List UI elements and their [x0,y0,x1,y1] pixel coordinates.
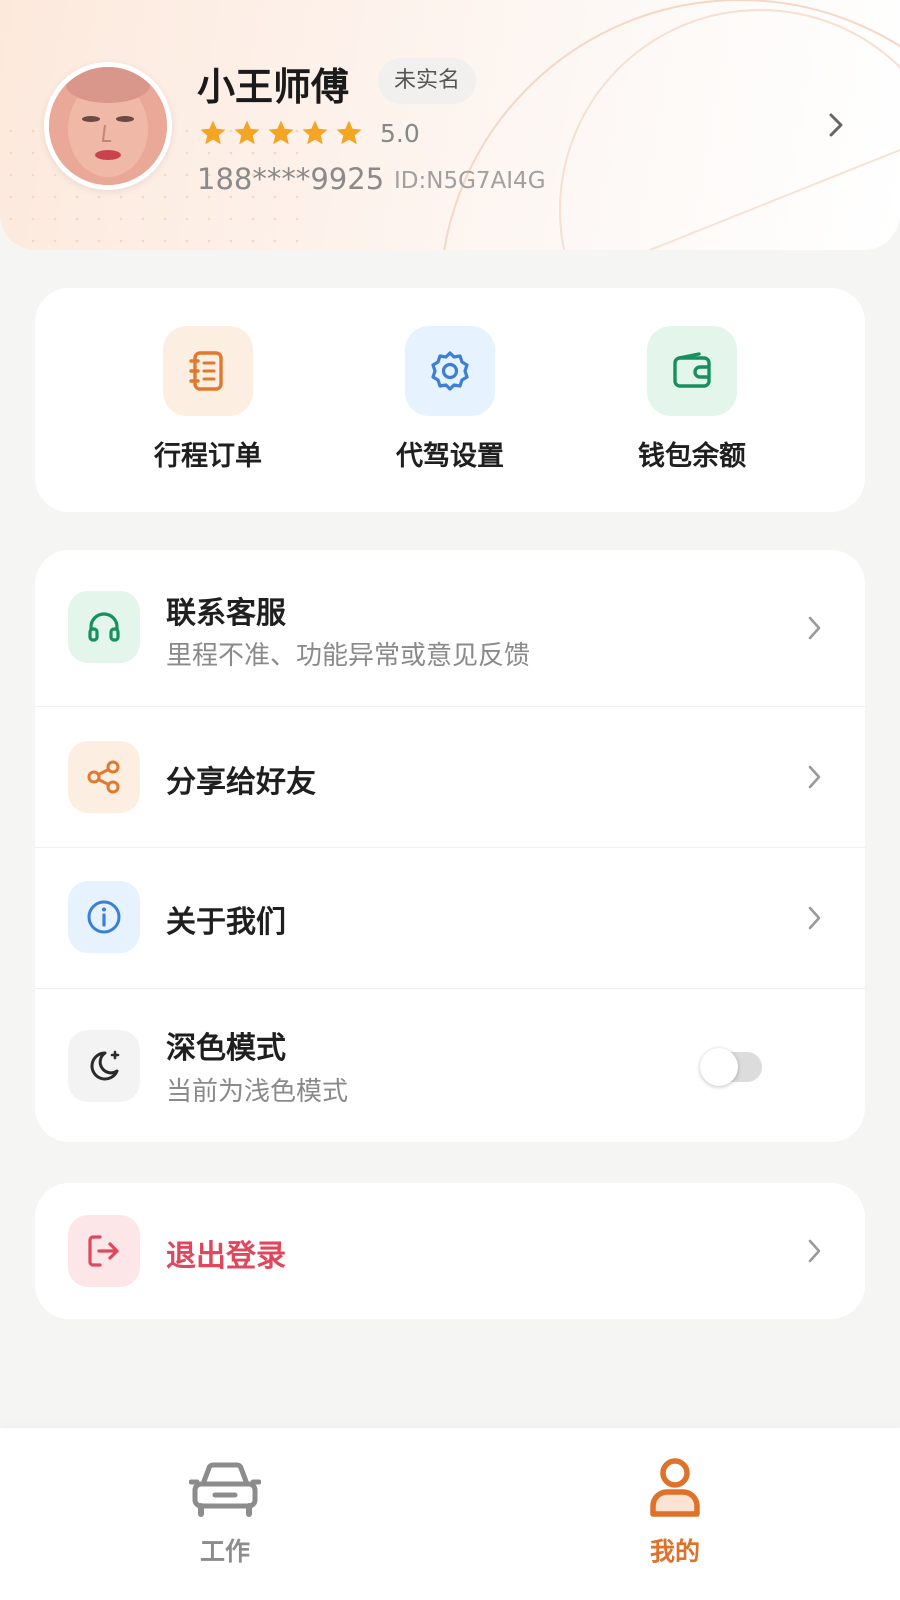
chevron-right-icon [808,616,821,640]
menu-item-contact-support[interactable]: 联系客服 里程不准、功能异常或意见反馈 [35,550,865,706]
menu-item-subtitle: 当前为浅色模式 [166,1077,349,1107]
driver-name: 小王师傅 [197,65,350,109]
menu-item-subtitle: 里程不准、功能异常或意见反馈 [166,641,531,671]
menu-item-title: 深色模式 [166,1031,286,1066]
moon-icon [68,1030,140,1102]
notebook-icon [163,326,253,416]
star-icon [336,120,362,145]
headset-icon [68,591,140,663]
tab-label: 我的 [649,1537,700,1566]
quick-action-trip-orders[interactable]: 行程订单 [118,326,298,473]
menu-item-title: 联系客服 [166,596,286,631]
chevron-right-icon [808,906,821,930]
toggle-knob [700,1048,738,1086]
bottom-tab-bar: 工作 我的 [0,1428,900,1600]
verification-badge[interactable]: 未实名 [378,58,477,104]
star-icon [302,120,328,145]
person-icon [650,1458,700,1517]
menu-item-title: 关于我们 [166,905,286,940]
dark-mode-toggle[interactable] [700,1048,762,1086]
tab-label: 工作 [199,1537,250,1566]
quick-action-label: 代驾设置 [396,441,504,472]
info-icon [68,881,140,953]
quick-actions-card: 行程订单 代驾设置 钱包余额 [35,288,865,512]
quick-action-wallet-balance[interactable]: 钱包余额 [602,326,782,473]
star-icon [234,120,260,145]
rating-stars [198,118,364,148]
chevron-right-icon [808,1239,821,1263]
tab-work[interactable]: 工作 [155,1456,295,1568]
rating-value: 5.0 [380,119,420,148]
logout-label: 退出登录 [166,1239,286,1274]
quick-action-label: 钱包余额 [638,441,746,472]
star-icon [268,120,294,145]
logout-icon [68,1215,140,1287]
star-icon [200,120,226,145]
logout-button[interactable]: 退出登录 [35,1183,865,1319]
quick-action-label: 行程订单 [154,441,262,472]
menu-item-share[interactable]: 分享给好友 [35,707,865,847]
share-icon [68,741,140,813]
quick-action-driving-settings[interactable]: 代驾设置 [360,326,540,473]
car-icon [188,1462,262,1517]
menu-item-about-us[interactable]: 关于我们 [35,848,865,988]
avatar[interactable] [44,62,172,190]
user-id: ID:N5G7AI4G [394,168,546,194]
gear-icon [405,326,495,416]
wallet-icon [647,326,737,416]
profile-header[interactable]: 小王师傅 未实名 5.0 188****9925 ID:N5G7AI4G [0,0,900,250]
phone-number: 188****9925 [197,162,385,196]
tab-mine[interactable]: 我的 [605,1456,745,1568]
menu-item-title: 分享给好友 [166,765,316,800]
chevron-right-icon [808,765,821,789]
chevron-right-icon[interactable] [826,110,848,140]
